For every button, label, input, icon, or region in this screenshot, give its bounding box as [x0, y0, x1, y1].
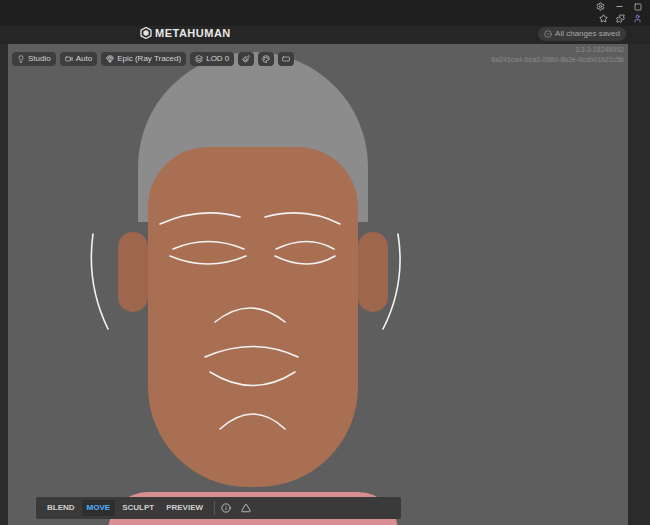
viewport-icon-button[interactable]: [278, 52, 294, 66]
build-info: 3.3.2-18246992 8a243ca4-6ea3-068d-8b2e-0c…: [491, 46, 624, 63]
extensions-icon[interactable]: [616, 14, 625, 23]
frame-icon: [282, 55, 290, 63]
browser-bar: [0, 0, 650, 26]
right-jaw-handle[interactable]: [383, 234, 400, 329]
build-id-text: 8a243ca4-6ea3-068d-8b2e-0cdb01b22c5b: [491, 56, 624, 63]
check-icon: [544, 30, 552, 38]
info-icon[interactable]: [221, 503, 231, 513]
viewport-icon-button[interactable]: [238, 52, 254, 66]
gem-icon: [106, 55, 114, 63]
mode-toolbar: BLENDMOVESCULPTPREVIEW: [36, 497, 401, 519]
viewport-icon-button[interactable]: [258, 52, 274, 66]
mode-tab[interactable]: SCULPT: [117, 500, 159, 516]
left-lower-eyelid-handle[interactable]: [170, 256, 246, 264]
right-brow-handle[interactable]: [265, 213, 340, 224]
viewport-option-button[interactable]: Studio: [12, 52, 56, 66]
left-upper-eyelid-handle[interactable]: [173, 242, 244, 250]
viewport-option-button[interactable]: Epic (Ray Traced): [101, 52, 186, 66]
app-header: METAHUMAN All changes saved: [0, 26, 650, 44]
restore-icon[interactable]: [634, 3, 642, 11]
lightbulb-icon: [17, 55, 25, 63]
upper-lip-handle[interactable]: [205, 347, 298, 358]
move-handles: [8, 44, 628, 525]
metahuman-logo-icon: [140, 27, 152, 39]
camera-icon: [65, 55, 73, 63]
profile-icon[interactable]: [633, 14, 642, 23]
right-lower-eyelid-handle[interactable]: [275, 256, 335, 264]
right-upper-eyelid-handle[interactable]: [276, 242, 334, 250]
material-icon: [262, 55, 270, 63]
left-brow-handle[interactable]: [160, 213, 240, 224]
mode-tab[interactable]: MOVE: [82, 500, 116, 516]
metahuman-app: METAHUMAN All changes saved Studio Auto Epic…: [0, 0, 650, 525]
logo: METAHUMAN: [140, 27, 231, 39]
viewport-option-button[interactable]: LOD 0: [190, 52, 234, 66]
version-text: 3.3.2-18246992: [575, 46, 624, 53]
face-render: [108, 52, 398, 525]
settings-icon[interactable]: [596, 2, 605, 11]
nose-handle[interactable]: [215, 308, 285, 322]
mode-tab[interactable]: PREVIEW: [161, 500, 208, 516]
layers-icon: [195, 55, 203, 63]
viewport-option-button[interactable]: Auto: [60, 52, 97, 66]
mode-tab[interactable]: BLEND: [42, 500, 80, 516]
bookmark-star-icon[interactable]: [599, 14, 608, 23]
chin-handle[interactable]: [220, 414, 285, 429]
save-status-badge: All changes saved: [538, 27, 626, 41]
symmetry-icon[interactable]: [241, 503, 251, 513]
lower-lip-handle[interactable]: [210, 372, 295, 386]
viewport[interactable]: Studio Auto Epic (Ray Traced) LOD 0 3.3.2-18…: [8, 44, 628, 525]
left-jaw-handle[interactable]: [91, 234, 108, 329]
minimize-icon[interactable]: [615, 2, 624, 11]
viewport-toolbar: Studio Auto Epic (Ray Traced) LOD 0: [12, 52, 294, 66]
brush-icon: [242, 55, 250, 63]
